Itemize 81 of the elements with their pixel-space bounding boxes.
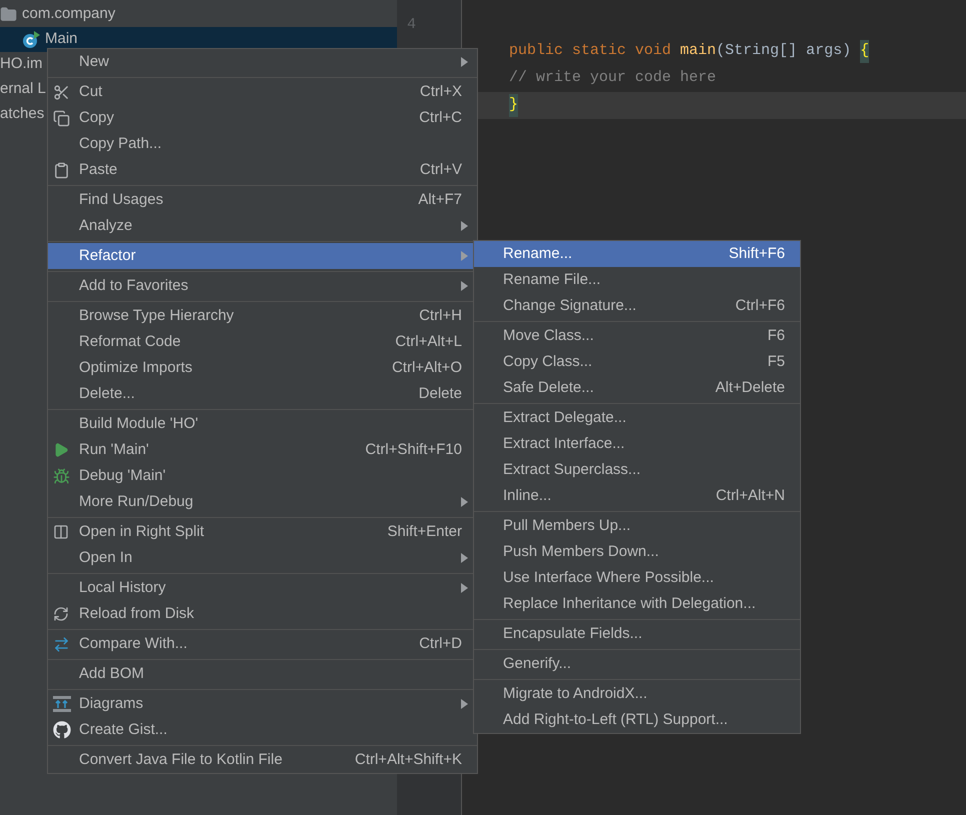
class-icon	[22, 30, 40, 48]
submenu-arrow-icon	[461, 497, 468, 507]
menu-item[interactable]: Local History	[48, 575, 477, 601]
menu-item[interactable]: Build Module 'HO'	[48, 411, 477, 437]
reload-icon	[53, 606, 69, 622]
menu-item[interactable]: Paste Ctrl+V	[48, 157, 477, 183]
menu-item[interactable]: Use Interface Where Possible...	[474, 565, 800, 591]
menu-item[interactable]: Open In	[48, 545, 477, 571]
bug-icon	[53, 468, 70, 484]
submenu-arrow-icon	[461, 553, 468, 563]
menu-item[interactable]: Add Right-to-Left (RTL) Support...	[474, 707, 800, 733]
submenu-arrow-icon	[461, 281, 468, 291]
shortcut-label: F5	[767, 352, 785, 372]
shortcut-label: Ctrl+H	[419, 306, 462, 326]
menu-item[interactable]: Replace Inheritance with Delegation...	[474, 591, 800, 617]
menu-item[interactable]: Copy Path...	[48, 131, 477, 157]
menu-item[interactable]: Extract Interface...	[474, 431, 800, 457]
menu-item[interactable]: Pull Members Up...	[474, 513, 800, 539]
menu-item[interactable]: Push Members Down...	[474, 539, 800, 565]
menu-item[interactable]: Debug 'Main'	[48, 463, 477, 489]
menu-item[interactable]: Safe Delete... Alt+Delete	[474, 375, 800, 401]
shortcut-label: Alt+F7	[418, 190, 462, 210]
menu-item[interactable]: Analyze	[48, 213, 477, 239]
menu-item[interactable]: Rename... Shift+F6	[474, 241, 800, 267]
menu-item[interactable]: Reload from Disk	[48, 601, 477, 627]
menu-item[interactable]: Add to Favorites	[48, 273, 477, 299]
menu-item[interactable]: Extract Delegate...	[474, 405, 800, 431]
shortcut-label: Ctrl+Shift+F10	[365, 440, 462, 460]
shortcut-label: Ctrl+D	[419, 634, 462, 654]
shortcut-label: Ctrl+Alt+N	[716, 486, 785, 506]
menu-item[interactable]: Encapsulate Fields...	[474, 621, 800, 647]
menu-item[interactable]: Move Class... F6	[474, 323, 800, 349]
compare-icon	[53, 636, 70, 652]
clipboard-icon	[53, 162, 70, 178]
menu-item[interactable]: Open in Right Split Shift+Enter	[48, 519, 477, 545]
menu-item[interactable]: Compare With... Ctrl+D	[48, 631, 477, 657]
submenu-arrow-icon	[461, 583, 468, 593]
tree-label: Main	[45, 29, 78, 50]
menu-item[interactable]: Inline... Ctrl+Alt+N	[474, 483, 800, 509]
submenu-arrow-icon	[461, 57, 468, 67]
submenu-arrow-icon	[461, 251, 468, 261]
shortcut-label: Ctrl+V	[420, 160, 462, 180]
shortcut-label: Ctrl+F6	[735, 296, 785, 316]
copy-icon	[53, 110, 70, 126]
shortcut-label: Ctrl+C	[419, 108, 462, 128]
menu-item[interactable]: More Run/Debug	[48, 489, 477, 515]
menu-item[interactable]: Migrate to AndroidX...	[474, 681, 800, 707]
menu-item[interactable]: Extract Superclass...	[474, 457, 800, 483]
menu-item[interactable]: Change Signature... Ctrl+F6	[474, 293, 800, 319]
menu-item[interactable]: Create Gist...	[48, 717, 477, 743]
scissors-icon	[53, 84, 70, 100]
shortcut-label: Ctrl+X	[420, 82, 462, 102]
menu-item[interactable]: Convert Java File to Kotlin File Ctrl+Alt+Shift+K	[48, 747, 477, 773]
folder-icon	[0, 6, 17, 23]
menu-item[interactable]: Optimize Imports Ctrl+Alt+O	[48, 355, 477, 381]
shortcut-label: Shift+F6	[728, 244, 785, 264]
menu-item[interactable]: Generify...	[474, 651, 800, 677]
play-icon	[53, 442, 69, 458]
diagram-icon	[53, 696, 71, 712]
menu-item[interactable]: Copy Class... F5	[474, 349, 800, 375]
shortcut-label: F6	[767, 326, 785, 346]
menu-item[interactable]: Rename File...	[474, 267, 800, 293]
shortcut-label: Shift+Enter	[387, 522, 462, 542]
menu-item[interactable]: Diagrams	[48, 691, 477, 717]
github-icon	[53, 721, 71, 739]
shortcut-label: Alt+Delete	[715, 378, 785, 398]
tree-label: com.company	[22, 4, 116, 24]
menu-item[interactable]: Browse Type Hierarchy Ctrl+H	[48, 303, 477, 329]
submenu-arrow-icon	[461, 699, 468, 709]
split-icon	[53, 524, 69, 540]
shortcut-label: Ctrl+Alt+O	[392, 358, 462, 378]
menu-item[interactable]: Run 'Main' Ctrl+Shift+F10	[48, 437, 477, 463]
menu-item[interactable]: Reformat Code Ctrl+Alt+L	[48, 329, 477, 355]
shortcut-label: Ctrl+Alt+Shift+K	[354, 750, 462, 770]
shortcut-label: Ctrl+Alt+L	[395, 332, 462, 352]
submenu-arrow-icon	[461, 221, 468, 231]
menu-item[interactable]: Find Usages Alt+F7	[48, 187, 477, 213]
shortcut-label: Delete	[418, 384, 462, 404]
menu-item[interactable]: Delete... Delete	[48, 381, 477, 407]
tree-item[interactable]: com.company	[0, 2, 397, 27]
menu-item[interactable]: Add BOM	[48, 661, 477, 687]
